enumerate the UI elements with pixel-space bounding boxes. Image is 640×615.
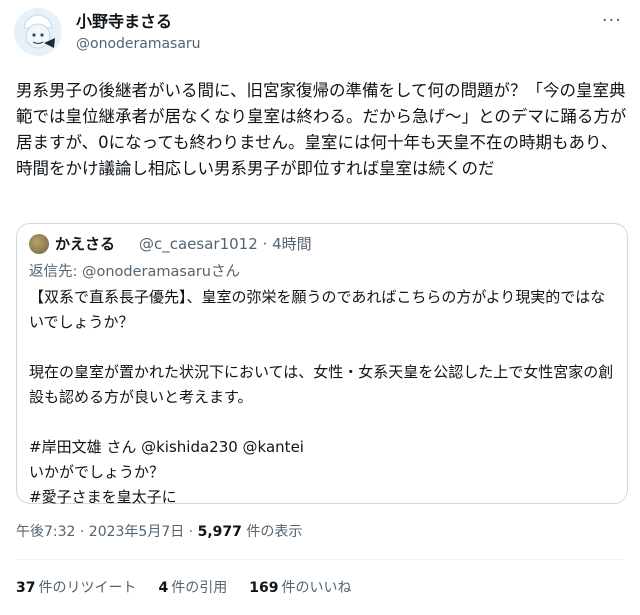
- quoted-avatar: [29, 234, 49, 254]
- views-label: 件の表示: [241, 524, 303, 540]
- avatar-illustration-icon: [14, 8, 62, 56]
- author-name[interactable]: 小野寺まさる: [76, 12, 172, 32]
- quotes-count: 4: [158, 580, 169, 596]
- tweet-meta: 午後7:32 · 2023年5月7日 · 5,977 件の表示: [16, 522, 302, 542]
- quotes-stat[interactable]: 4 件の引用: [158, 578, 227, 598]
- quoted-text: 【双系で直系長子優先】、皇室の弥栄を願うのであればこちらの方がより現実的ではない…: [29, 288, 614, 506]
- likes-label: 件のいいね: [281, 580, 352, 596]
- retweets-stat[interactable]: 37 件のリツイート: [16, 578, 136, 598]
- retweets-label: 件のリツイート: [38, 580, 137, 596]
- quoted-author-name: かえさる: [55, 235, 116, 253]
- avatar[interactable]: [14, 8, 62, 56]
- views-count: 5,977: [197, 524, 242, 540]
- likes-stat[interactable]: 169 件のいいね: [249, 578, 351, 598]
- quoted-tweet[interactable]: かえさる @c_caesar1012 · 4時間 返信先: @onoderama…: [16, 223, 628, 506]
- likes-count: 169: [249, 580, 279, 596]
- retweets-count: 37: [16, 580, 36, 596]
- more-dots-icon[interactable]: ···: [602, 10, 622, 31]
- tweet-text: 男系男子の後継者がいる間に、旧宮家復帰の準備をして何の問題が？「今の皇室典範では…: [16, 81, 627, 178]
- quoted-reply-to: 返信先: @onoderamasaruさん: [29, 264, 241, 280]
- engagement-stats: 37 件のリツイート 4 件の引用 169 件のいいね: [16, 578, 351, 598]
- quotes-label: 件の引用: [171, 580, 228, 596]
- divider: [16, 559, 624, 560]
- quoted-handle-time: @c_caesar1012 · 4時間: [139, 235, 312, 253]
- author-handle[interactable]: @onoderamasaru: [76, 34, 201, 54]
- tweet-time-date[interactable]: 午後7:32 · 2023年5月7日 ·: [16, 524, 198, 540]
